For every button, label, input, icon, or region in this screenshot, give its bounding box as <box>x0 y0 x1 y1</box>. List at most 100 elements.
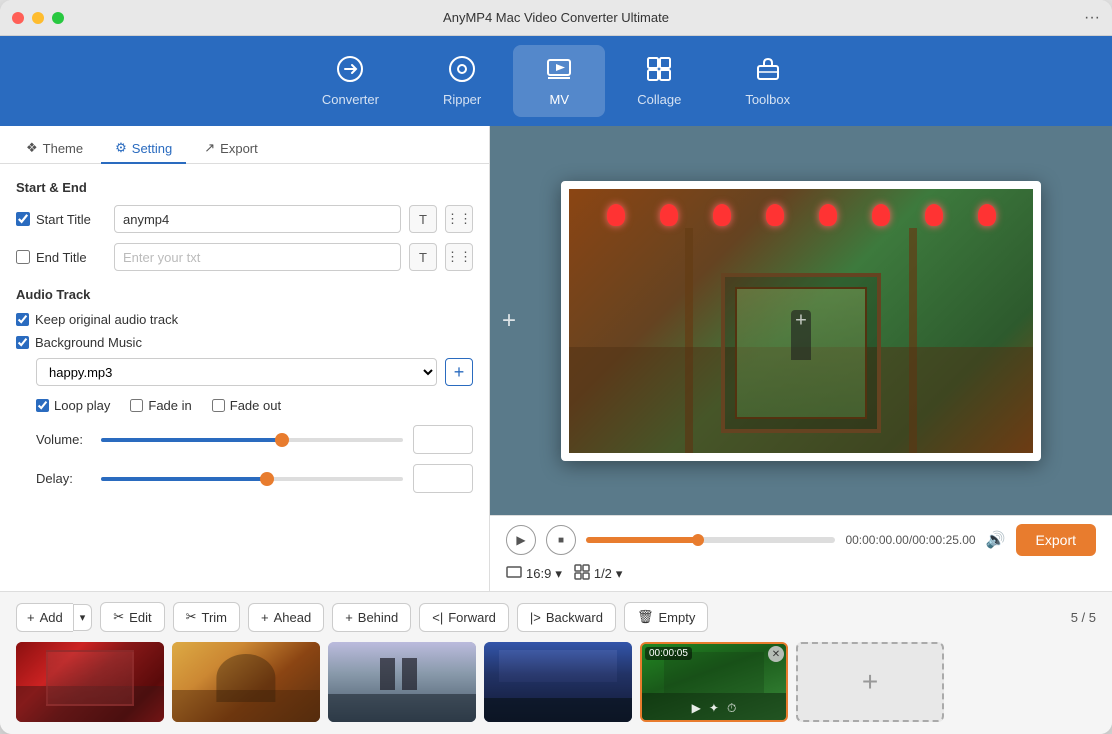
delay-label: Delay: <box>36 471 91 486</box>
nav-item-toolbox[interactable]: Toolbox <box>713 45 822 117</box>
nav-item-collage[interactable]: Collage <box>605 45 713 117</box>
film-thumb-3[interactable] <box>328 642 476 722</box>
playback-options-row: Loop play Fade in Fade out <box>16 398 473 413</box>
end-title-font-btn[interactable]: T <box>409 243 437 271</box>
volume-label: Volume: <box>36 432 91 447</box>
film-close-5[interactable]: ✕ <box>768 646 784 662</box>
time-total: 00:00:25.00 <box>912 533 975 547</box>
behind-button[interactable]: + Behind <box>332 603 411 632</box>
nav-item-ripper[interactable]: Ripper <box>411 45 513 117</box>
edit-label: Edit <box>129 610 151 625</box>
maximize-button[interactable] <box>52 12 64 24</box>
add-left-btn[interactable]: + <box>502 307 516 335</box>
minimize-button[interactable] <box>32 12 44 24</box>
lantern-4 <box>766 204 784 226</box>
start-title-input[interactable] <box>114 205 401 233</box>
progress-dot <box>692 534 704 546</box>
fade-in-option: Fade in <box>130 398 191 413</box>
tab-theme[interactable]: ❖ Theme <box>12 134 97 164</box>
add-music-btn[interactable]: + <box>445 358 473 386</box>
bg-music-checkbox[interactable] <box>16 336 29 349</box>
end-title-row: End Title T ⋮⋮ <box>16 243 473 271</box>
app-window: AnyMP4 Mac Video Converter Ultimate ··· … <box>0 0 1112 734</box>
end-title-label: End Title <box>36 250 87 265</box>
edit-button[interactable]: ✂ Edit <box>100 602 164 632</box>
volume-thumb[interactable] <box>275 433 289 447</box>
film-thumb-1[interactable] <box>16 642 164 722</box>
end-title-checkbox[interactable] <box>16 250 30 264</box>
film-add-button[interactable]: + <box>796 642 944 722</box>
fade-out-checkbox[interactable] <box>212 399 225 412</box>
trim-label: Trim <box>201 610 227 625</box>
lantern-7 <box>925 204 943 226</box>
start-title-font-btn[interactable]: T <box>409 205 437 233</box>
item-count: 5 / 5 <box>1071 610 1096 625</box>
keep-original-checkbox[interactable] <box>16 313 29 326</box>
tab-setting[interactable]: ⚙ Setting <box>101 134 186 164</box>
lantern-5 <box>819 204 837 226</box>
progress-bar[interactable] <box>586 537 835 543</box>
add-center-btn[interactable]: + <box>795 309 807 332</box>
menu-button[interactable]: ··· <box>1084 9 1100 27</box>
export-button[interactable]: Export <box>1016 524 1096 556</box>
add-button-group: + Add ▾ <box>16 603 92 632</box>
ratio-button[interactable]: 16:9 ▾ <box>506 564 562 583</box>
setting-tab-icon: ⚙ <box>115 140 127 156</box>
main-content: ❖ Theme ⚙ Setting ↗ Export Start & End <box>0 126 1112 591</box>
converter-icon <box>336 55 364 88</box>
time-current: 00:00:00.00 <box>845 533 908 547</box>
time-display: 00:00:00.00/00:00:25.00 <box>845 533 975 547</box>
close-button[interactable] <box>12 12 24 24</box>
bottom-toolbar: + Add ▾ ✂ Edit ✂ Trim + Ahead + Behind <… <box>0 591 1112 642</box>
lantern-2 <box>660 204 678 226</box>
start-end-label: Start & End <box>16 180 473 195</box>
volume-icon[interactable]: 🔊 <box>986 530 1006 550</box>
add-icon: + <box>27 610 35 625</box>
loop-play-option: Loop play <box>36 398 110 413</box>
add-label: Add <box>40 610 63 625</box>
film-thumb-2[interactable] <box>172 642 320 722</box>
bg-music-select[interactable]: happy.mp3 <box>36 358 437 386</box>
start-title-checkbox-wrap: Start Title <box>16 212 106 227</box>
panel-content: Start & End Start Title T ⋮⋮ End Title <box>0 164 489 591</box>
trim-button[interactable]: ✂ Trim <box>173 602 240 632</box>
loop-play-checkbox[interactable] <box>36 399 49 412</box>
view-controls: 16:9 ▾ 1/2 ▾ <box>490 564 1112 591</box>
lantern-6 <box>872 204 890 226</box>
film-clock-icon[interactable]: ⏱ <box>727 701 736 716</box>
film-play-icon[interactable]: ▶ <box>692 701 701 716</box>
play-button[interactable]: ▶ <box>506 525 536 555</box>
fade-in-checkbox[interactable] <box>130 399 143 412</box>
delay-value[interactable] <box>414 469 473 489</box>
end-title-grid-btn[interactable]: ⋮⋮ <box>445 243 473 271</box>
trim-icon: ✂ <box>186 609 197 625</box>
delay-thumb[interactable] <box>260 472 274 486</box>
film-thumb-4[interactable] <box>484 642 632 722</box>
film-star-icon[interactable]: ✦ <box>709 701 719 716</box>
right-panel: + <box>490 126 1112 591</box>
volume-value[interactable] <box>414 430 473 450</box>
start-title-grid-btn[interactable]: ⋮⋮ <box>445 205 473 233</box>
fade-out-label: Fade out <box>230 398 281 413</box>
add-main-button[interactable]: + Add <box>16 603 73 632</box>
toolbox-icon <box>754 55 782 88</box>
volume-slider[interactable] <box>101 438 403 442</box>
backward-button[interactable]: |> Backward <box>517 603 616 632</box>
ahead-button[interactable]: + Ahead <box>248 603 324 632</box>
sequence-button[interactable]: 1/2 ▾ <box>574 564 623 583</box>
delay-slider[interactable] <box>101 477 403 481</box>
ratio-chevron-icon: ▾ <box>555 566 562 582</box>
empty-button[interactable]: 🗑 Empty <box>624 602 708 632</box>
forward-button[interactable]: <| Forward <box>419 603 509 632</box>
nav-item-mv[interactable]: MV <box>513 45 605 117</box>
add-dropdown-button[interactable]: ▾ <box>73 604 93 631</box>
end-title-input[interactable] <box>114 243 401 271</box>
ripper-icon <box>448 55 476 88</box>
start-title-checkbox[interactable] <box>16 212 30 226</box>
film-thumb-5[interactable]: 00:00:05 ✕ ▶ ✦ ⏱ <box>640 642 788 722</box>
stop-button[interactable]: ■ <box>546 525 576 555</box>
backward-icon: |> <box>530 610 541 625</box>
tab-export[interactable]: ↗ Export <box>190 134 271 164</box>
ahead-icon: + <box>261 610 269 625</box>
nav-item-converter[interactable]: Converter <box>290 45 411 117</box>
